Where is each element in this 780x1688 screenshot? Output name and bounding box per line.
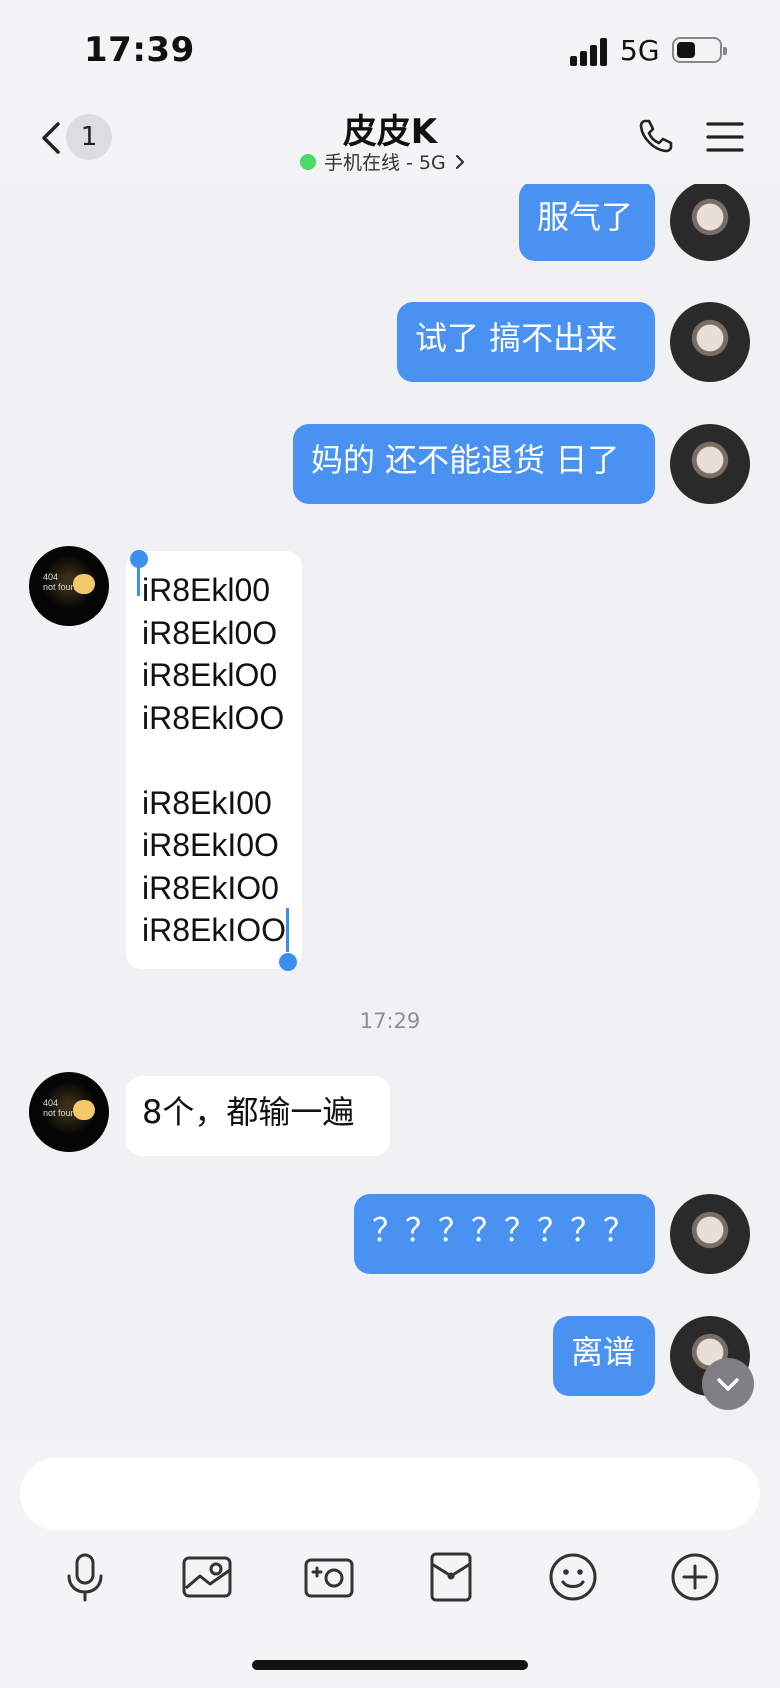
red-packet-icon[interactable] [424, 1550, 478, 1604]
code-line: iR8Ekl0O [142, 614, 278, 651]
battery-level [677, 42, 695, 58]
chevron-down-icon [717, 1378, 739, 1391]
online-dot [300, 153, 316, 170]
incoming-message[interactable]: iR8Ekl00 iR8Ekl0O iR8EklO0 iR8EklOO iR8E… [126, 551, 302, 969]
home-indicator[interactable] [252, 1660, 528, 1670]
code-line: iR8EklOO [142, 699, 285, 736]
selection-end-caret [286, 908, 289, 952]
contact-avatar[interactable]: 404 not found [29, 546, 109, 626]
online-status[interactable]: 手机在线 - 5G [300, 148, 466, 175]
phone-icon[interactable] [636, 116, 676, 156]
selection-start-caret [137, 562, 140, 596]
online-status-text: 手机在线 - 5G [324, 152, 446, 174]
outgoing-message[interactable]: 试了 搞不出来 [397, 302, 655, 382]
emoji-icon[interactable] [546, 1550, 600, 1604]
image-icon[interactable] [180, 1550, 234, 1604]
plus-icon[interactable] [668, 1550, 722, 1604]
message-timestamp: 17:29 [359, 1009, 421, 1033]
outgoing-message[interactable]: 妈的 还不能退货 日了 [293, 424, 655, 504]
status-bar: 17:39 5G [0, 0, 780, 100]
selection-end-handle[interactable] [279, 953, 297, 971]
my-avatar[interactable] [670, 424, 750, 504]
status-time: 17:39 [84, 30, 195, 70]
outgoing-message[interactable]: 离谱 [553, 1316, 655, 1396]
my-avatar[interactable] [670, 1194, 750, 1274]
outgoing-message[interactable]: ？？？？？？？？ [354, 1194, 655, 1274]
message-input[interactable] [20, 1458, 760, 1530]
microphone-icon[interactable] [58, 1550, 112, 1604]
contact-avatar[interactable]: 404 not found [29, 1072, 109, 1152]
chat-header: 1 皮皮K 手机在线 - 5G [0, 100, 780, 184]
code-line: iR8EkI0O [142, 827, 279, 863]
battery-icon [672, 37, 727, 63]
code-line: iR8EkIOO [142, 912, 287, 948]
message-list[interactable]: 服气了 试了 搞不出来 妈的 还不能退货 日了 404 not found iR8… [0, 184, 780, 1440]
menu-icon[interactable] [706, 120, 744, 154]
code-line: iR8EklO0 [142, 657, 278, 693]
chevron-right-icon [455, 154, 464, 169]
signal-icon [570, 38, 610, 66]
code-line: iR8EkI00 [142, 784, 272, 821]
code-line: iR8Ekl00 [142, 572, 271, 608]
code-line: iR8EkIO0 [142, 869, 279, 906]
camera-icon[interactable] [302, 1550, 356, 1604]
my-avatar[interactable] [670, 302, 750, 382]
incoming-message[interactable]: 8个，都输一遍 [126, 1076, 390, 1156]
network-label: 5G [620, 34, 660, 67]
scroll-to-bottom-button[interactable] [702, 1358, 754, 1410]
outgoing-message[interactable]: 服气了 [519, 184, 655, 261]
composer-area [0, 1440, 780, 1688]
my-avatar[interactable] [670, 184, 750, 261]
